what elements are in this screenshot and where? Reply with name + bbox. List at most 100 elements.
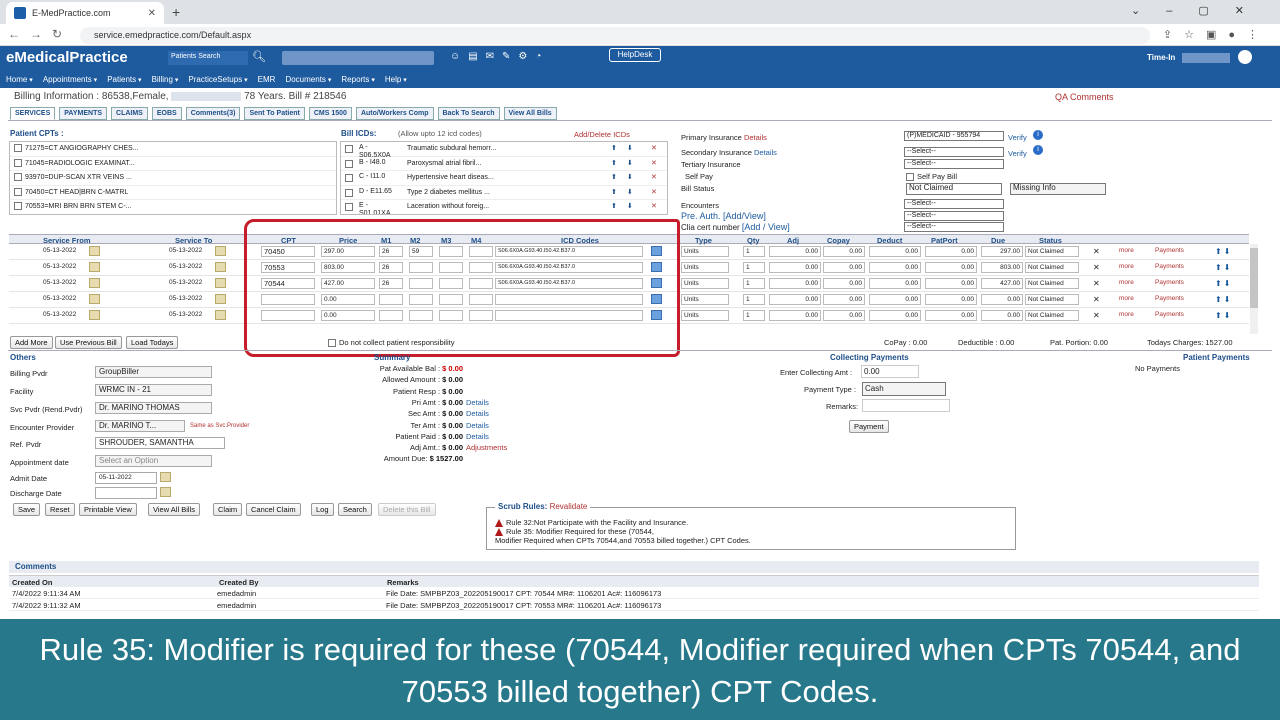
more-link[interactable]: more: [1119, 247, 1134, 254]
delete-row-icon[interactable]: ✕: [1093, 247, 1100, 256]
reset-button[interactable]: Reset: [45, 503, 75, 516]
delete-row-icon[interactable]: ✕: [1093, 279, 1100, 288]
adj-input[interactable]: 0.00: [769, 278, 821, 289]
due-input[interactable]: 297.00: [981, 246, 1023, 257]
adj-input[interactable]: 0.00: [769, 294, 821, 305]
list-item[interactable]: D - E11.65 Type 2 diabetes mellitus ... ⬆⬇…: [341, 186, 667, 200]
patport-input[interactable]: 0.00: [925, 310, 977, 321]
bill-status-select[interactable]: Not Claimed: [906, 183, 1002, 195]
tab-services[interactable]: SERVICES: [10, 107, 56, 120]
copay-input[interactable]: 0.00: [823, 262, 865, 273]
calendar-icon[interactable]: [160, 487, 171, 497]
search-icon[interactable]: [651, 278, 662, 288]
deduct-input[interactable]: 0.00: [869, 294, 921, 305]
list-item[interactable]: 71275=CT ANGIOGRAPHY CHES...: [10, 142, 336, 157]
copay-input[interactable]: 0.00: [823, 310, 865, 321]
list-item[interactable]: 71045=RADIOLOGIC EXAMINAT...: [10, 157, 336, 171]
m2-input[interactable]: [409, 310, 433, 321]
service-from[interactable]: 05-13-2022: [43, 263, 76, 270]
copay-input[interactable]: 0.00: [823, 246, 865, 257]
remove-icon[interactable]: ✕: [651, 171, 657, 185]
calendar-icon[interactable]: [215, 246, 226, 256]
revalidate-link[interactable]: Revalidate: [550, 502, 588, 511]
due-input[interactable]: 427.00: [981, 278, 1023, 289]
service-to[interactable]: 05-13-2022: [169, 295, 202, 302]
load-todays-button[interactable]: Load Todays: [126, 336, 179, 349]
status-select[interactable]: Not Claimed: [1025, 310, 1079, 321]
status-select[interactable]: Not Claimed: [1025, 294, 1079, 305]
remarks-input[interactable]: [862, 399, 950, 412]
checkbox[interactable]: [345, 174, 353, 182]
add-delete-icds-link[interactable]: Add/Delete ICDs: [574, 130, 630, 139]
qa-comments-link[interactable]: QA Comments: [1055, 92, 1114, 102]
menu-billing[interactable]: Billing: [152, 75, 179, 84]
search-icon[interactable]: [651, 294, 662, 304]
summary-link[interactable]: Details: [466, 421, 489, 430]
patport-input[interactable]: 0.00: [925, 278, 977, 289]
url-field[interactable]: service.emedpractice.com/Default.aspx: [80, 27, 1150, 44]
menu-help[interactable]: Help: [385, 75, 407, 84]
avatar[interactable]: [1238, 50, 1252, 64]
delete-row-icon[interactable]: ✕: [1093, 263, 1100, 272]
cpt-input[interactable]: 70553: [261, 262, 315, 273]
time-in-link[interactable]: Time-In: [1147, 53, 1175, 62]
browser-tools-icon[interactable]: ⇪☆▣●⋮: [1163, 28, 1270, 41]
m4-input[interactable]: [469, 262, 493, 273]
billing-pvdr-select[interactable]: GroupBiller: [95, 366, 212, 378]
details-link[interactable]: Details: [744, 133, 767, 142]
checkbox[interactable]: [14, 173, 22, 182]
m2-input[interactable]: [409, 278, 433, 289]
info-icon[interactable]: i: [1033, 145, 1043, 155]
table-scrollbar[interactable]: [1250, 244, 1258, 334]
view-all-bills-button[interactable]: View All Bills: [148, 503, 200, 516]
summary-link[interactable]: Adjustments: [466, 443, 507, 452]
cpt-input[interactable]: [261, 294, 315, 305]
more-link[interactable]: more: [1119, 279, 1134, 286]
m2-input[interactable]: 59: [409, 246, 433, 257]
checkbox[interactable]: [906, 173, 914, 182]
calendar-icon[interactable]: [215, 262, 226, 272]
menu-patients[interactable]: Patients: [107, 75, 141, 84]
tab-sent-to-patient[interactable]: Sent To Patient: [244, 107, 305, 120]
icd-codes-input[interactable]: S06.6X0A.G93.40.I50.42.B37.0: [495, 262, 643, 273]
search-icon[interactable]: [651, 246, 662, 256]
reorder-arrows-icon[interactable]: ⬆⬇: [611, 142, 643, 156]
printable-view-button[interactable]: Printable View: [79, 503, 137, 516]
tab-cms1500[interactable]: CMS 1500: [308, 107, 352, 120]
status-select[interactable]: Not Claimed: [1025, 246, 1079, 257]
scrollbar-thumb[interactable]: [1250, 248, 1258, 308]
delete-row-icon[interactable]: ✕: [1093, 311, 1100, 320]
m4-input[interactable]: [469, 246, 493, 257]
service-from[interactable]: 05-13-2022: [43, 279, 76, 286]
calendar-icon[interactable]: [89, 246, 100, 256]
browser-tab[interactable]: E-MedPractice.com ✕: [6, 2, 164, 24]
tab-auto-workers[interactable]: Auto/Workers Comp: [355, 107, 434, 120]
qty-input[interactable]: 1: [743, 278, 765, 289]
search-icon[interactable]: [651, 262, 662, 272]
status-select[interactable]: Not Claimed: [1025, 278, 1079, 289]
price-input[interactable]: 803.00: [321, 262, 375, 273]
checkbox[interactable]: [345, 188, 353, 197]
menu-practicesetups[interactable]: PracticeSetups: [188, 75, 247, 84]
payments-link[interactable]: Payments: [1155, 247, 1184, 254]
icd-codes-input[interactable]: [495, 310, 643, 321]
m2-input[interactable]: [409, 294, 433, 305]
payments-link[interactable]: Payments: [1155, 311, 1184, 318]
list-item[interactable]: 70450=CT HEAD|BRN C-MATRL: [10, 186, 336, 200]
m4-input[interactable]: [469, 294, 493, 305]
summary-link[interactable]: Details: [466, 409, 489, 418]
primary-insurance-select[interactable]: (P)MEDICAID - 955794: [904, 131, 1004, 141]
m3-input[interactable]: [439, 278, 463, 289]
search-icon[interactable]: [651, 310, 662, 320]
service-from[interactable]: 05-13-2022: [43, 311, 76, 318]
patport-input[interactable]: 0.00: [925, 262, 977, 273]
details-link[interactable]: Details: [754, 148, 777, 157]
delete-row-icon[interactable]: ✕: [1093, 295, 1100, 304]
clia-select[interactable]: --Select--: [904, 222, 1004, 232]
list-item[interactable]: A - S06.5X0A Traumatic subdural hemorr...…: [341, 142, 667, 159]
qty-input[interactable]: 1: [743, 310, 765, 321]
qty-input[interactable]: 1: [743, 262, 765, 273]
m3-input[interactable]: [439, 262, 463, 273]
payments-link[interactable]: Payments: [1155, 295, 1184, 302]
verify-link[interactable]: Verify: [1008, 149, 1027, 158]
